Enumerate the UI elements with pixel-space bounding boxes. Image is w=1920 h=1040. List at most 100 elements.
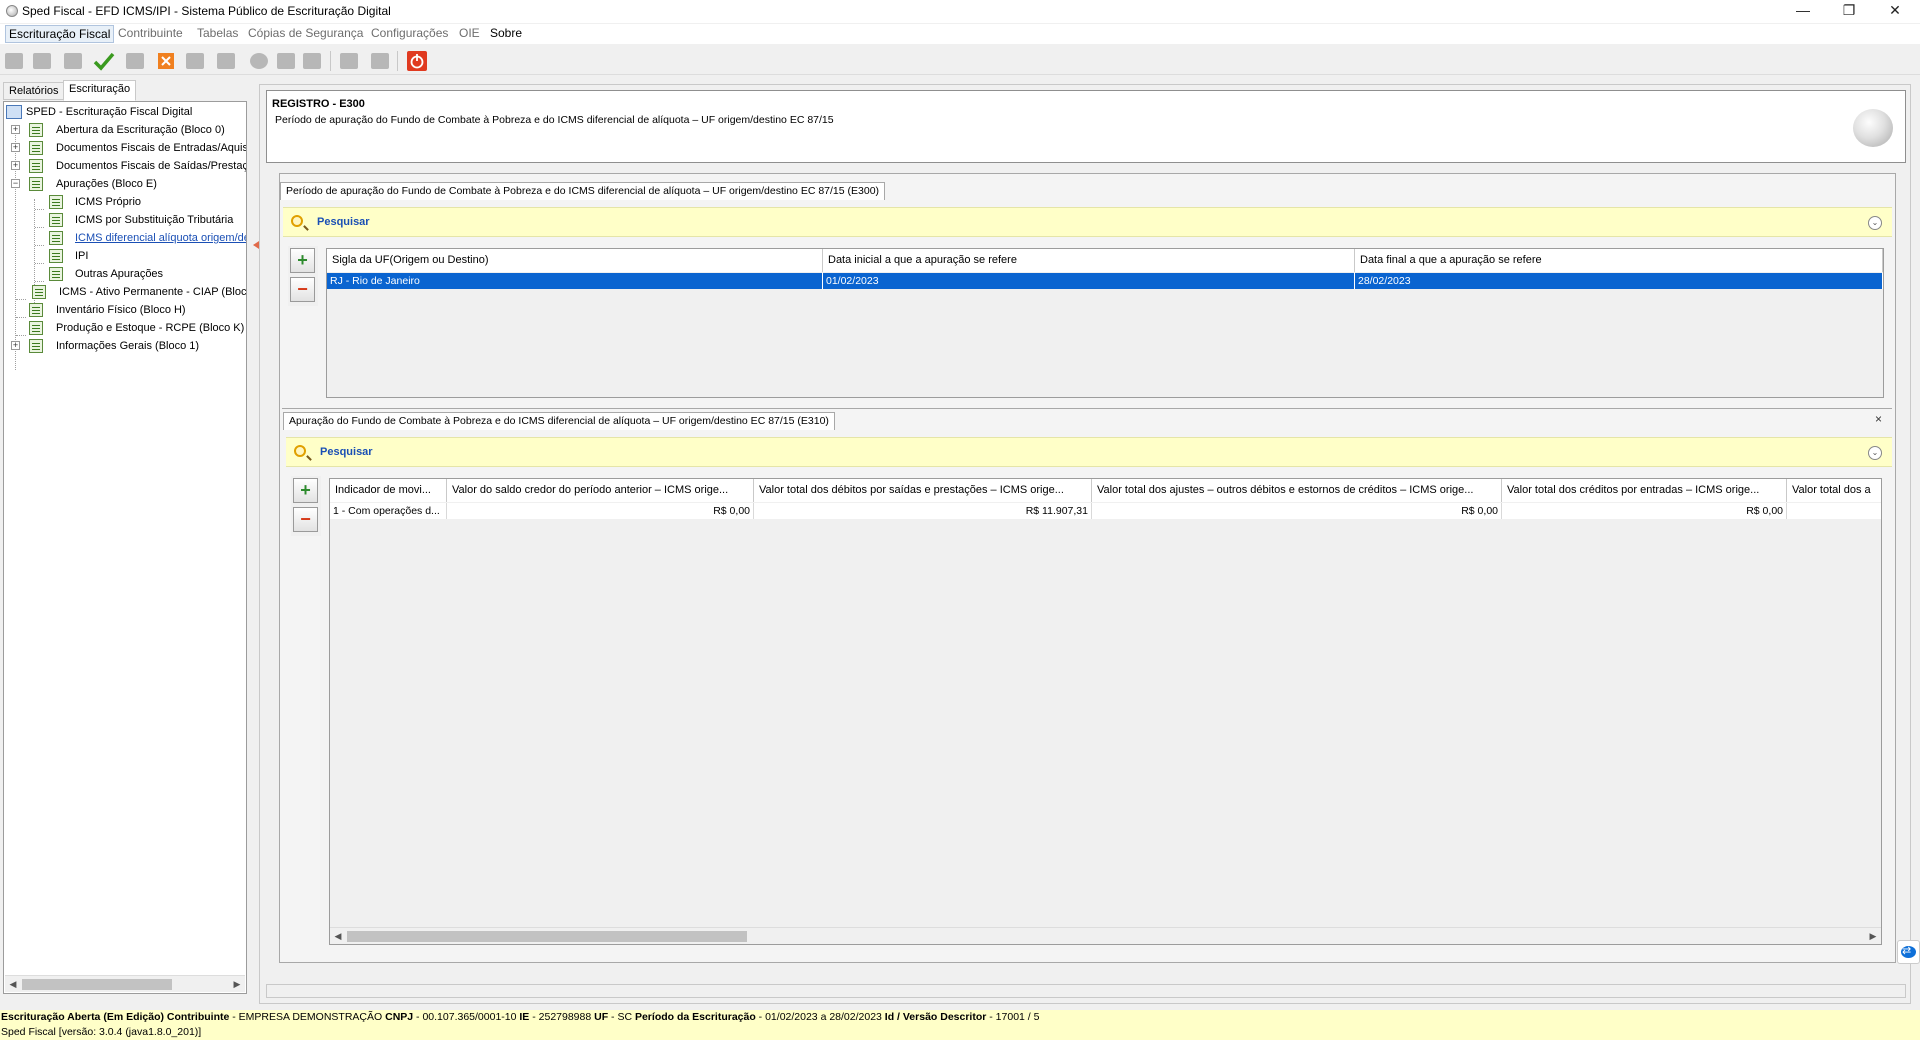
search-label[interactable]: Pesquisar — [317, 216, 370, 228]
expand-icon[interactable]: + — [11, 341, 20, 350]
grid-horizontal-scrollbar[interactable]: ◀ ▶ — [330, 927, 1881, 944]
status-label: IE — [519, 1011, 530, 1023]
document-icon — [29, 321, 43, 335]
expand-icon[interactable]: + — [11, 143, 20, 152]
search-label[interactable]: Pesquisar — [320, 446, 373, 458]
tab-e310[interactable]: Apuração do Fundo de Combate à Pobreza e… — [283, 412, 835, 430]
column-header[interactable]: Data final a que a apuração se refere — [1355, 249, 1883, 272]
register-title: REGISTRO - E300 — [272, 98, 365, 110]
open-icon[interactable] — [31, 50, 53, 72]
e300-action-buttons: + − — [288, 246, 318, 306]
scroll-right-icon[interactable]: ▶ — [229, 976, 245, 992]
add-record-button[interactable]: + — [293, 478, 318, 503]
folder-icon[interactable] — [62, 50, 84, 72]
column-header[interactable]: Sigla da UF(Origem ou Destino) — [327, 249, 823, 272]
add-record-button[interactable]: + — [290, 248, 315, 273]
table-cell[interactable]: R$ 11.907,31 — [754, 503, 1092, 519]
table-cell[interactable]: R$ 0,00 — [1092, 503, 1502, 519]
expand-icon[interactable]: + — [11, 125, 20, 134]
table-cell[interactable]: 28/02/2023 — [1355, 273, 1883, 289]
delete-icon[interactable] — [155, 50, 177, 72]
table-row[interactable]: 1 - Com operações d... R$ 0,00 R$ 11.907… — [330, 503, 1881, 519]
status-label: Id / Versão Descritor — [884, 1011, 987, 1023]
restore-button[interactable]: ❐ — [1826, 0, 1872, 22]
divider — [282, 408, 1892, 409]
globe-icon[interactable] — [248, 50, 270, 72]
search-bar-e310[interactable]: Pesquisar ⌄ — [286, 437, 1892, 467]
table-cell[interactable]: R$ 0,00 — [447, 503, 754, 519]
close-button[interactable]: ✕ — [1872, 0, 1918, 22]
remove-record-button[interactable]: − — [290, 277, 315, 302]
menu-bar: Escrituração Fiscal Contribuinte Tabelas… — [0, 24, 1920, 44]
column-header[interactable]: Indicador de movi... — [330, 479, 447, 502]
minimize-button[interactable]: — — [1780, 0, 1826, 22]
scroll-right-icon[interactable]: ▶ — [1865, 928, 1881, 944]
expand-icon[interactable]: + — [11, 161, 20, 170]
status-value: - EMPRESA DEMONSTRAÇÃO — [229, 1011, 386, 1023]
validate-check-icon[interactable] — [93, 50, 115, 72]
tree-connector — [35, 209, 44, 210]
status-value: - 252798988 — [529, 1011, 595, 1023]
document-icon — [29, 159, 43, 173]
document-icon — [29, 141, 43, 155]
tree-item-label: Informações Gerais (Bloco 1) — [56, 340, 200, 352]
sign-icon[interactable] — [275, 50, 297, 72]
column-header[interactable]: Valor total dos ajustes – outros débitos… — [1092, 479, 1502, 502]
status-value: - 00.107.365/0001-10 — [413, 1011, 520, 1023]
collapse-chevron-icon[interactable]: ⌄ — [1868, 216, 1882, 230]
table-cell[interactable]: R$ 0,00 — [1502, 503, 1787, 519]
tree-horizontal-scrollbar[interactable]: ◀ ▶ — [5, 975, 245, 992]
copy-icon[interactable] — [124, 50, 146, 72]
panel-splitter[interactable] — [250, 80, 256, 1008]
column-header[interactable]: Data inicial a que a apuração se refere — [823, 249, 1355, 272]
title-bar: Sped Fiscal - EFD ICMS/IPI - Sistema Púb… — [0, 0, 1920, 23]
scrollbar-thumb[interactable] — [22, 979, 172, 990]
menu-copias-de-seguranca[interactable]: Cópias de Segurança — [248, 26, 363, 40]
register-description: Período de apuração do Fundo de Combate … — [275, 114, 834, 126]
import-icon[interactable] — [215, 50, 237, 72]
menu-escrituracao-fiscal[interactable]: Escrituração Fiscal — [5, 25, 115, 43]
collapse-icon[interactable]: − — [11, 179, 20, 188]
menu-configuracoes[interactable]: Configurações — [371, 26, 448, 40]
shield-icon[interactable] — [301, 50, 323, 72]
tree-item-label: ICMS - Ativo Permanente - CIAP (Bloco — [59, 286, 247, 298]
collapse-chevron-icon[interactable]: ⌄ — [1868, 446, 1882, 460]
remove-record-button[interactable]: − — [293, 507, 318, 532]
e310-action-buttons: + − — [291, 476, 321, 536]
tab-relatorios[interactable]: Relatórios — [3, 82, 65, 100]
menu-contribuinte[interactable]: Contribuinte — [118, 26, 183, 40]
scroll-left-icon[interactable]: ◀ — [330, 928, 346, 944]
tree-root-label: SPED - Escrituração Fiscal Digital — [26, 106, 193, 118]
column-header[interactable]: Valor do saldo credor do período anterio… — [447, 479, 754, 502]
column-header[interactable]: Valor total dos a — [1787, 479, 1881, 502]
search-bar-e300[interactable]: Pesquisar ⌄ — [283, 207, 1892, 237]
new-document-icon[interactable] — [3, 50, 25, 72]
save-icon[interactable] — [338, 50, 360, 72]
teamviewer-icon[interactable] — [1897, 940, 1920, 964]
table-cell[interactable]: RJ - Rio de Janeiro — [327, 273, 823, 289]
close-panel-icon[interactable]: × — [1875, 412, 1882, 426]
tree-item-label: Abertura da Escrituração (Bloco 0) — [56, 124, 225, 136]
menu-oie[interactable]: OIE — [459, 26, 480, 40]
scroll-left-icon[interactable]: ◀ — [5, 976, 21, 992]
status-line-1: Escrituração Aberta (Em Edição) Contribu… — [0, 1010, 1920, 1024]
tab-e300[interactable]: Período de apuração do Fundo de Combate … — [280, 182, 886, 200]
menu-tabelas[interactable]: Tabelas — [197, 26, 238, 40]
export-icon[interactable] — [184, 50, 206, 72]
column-header[interactable]: Valor total dos débitos por saídas e pre… — [754, 479, 1092, 502]
document-icon — [49, 249, 63, 263]
tree-item-label: Apurações (Bloco E) — [56, 178, 157, 190]
table-cell[interactable]: 1 - Com operações d... — [330, 503, 447, 519]
save-all-icon[interactable] — [369, 50, 391, 72]
power-icon[interactable] — [406, 50, 428, 72]
document-icon — [29, 303, 43, 317]
table-cell[interactable] — [1787, 503, 1881, 519]
table-cell[interactable]: 01/02/2023 — [823, 273, 1355, 289]
status-label: Período da Escrituração — [634, 1011, 756, 1023]
scrollbar-thumb[interactable] — [347, 931, 747, 942]
tab-escrituracao[interactable]: Escrituração — [63, 80, 137, 101]
document-icon — [49, 267, 63, 281]
menu-sobre[interactable]: Sobre — [490, 26, 522, 40]
table-row[interactable]: RJ - Rio de Janeiro 01/02/2023 28/02/202… — [327, 273, 1883, 289]
column-header[interactable]: Valor total dos créditos por entradas – … — [1502, 479, 1787, 502]
